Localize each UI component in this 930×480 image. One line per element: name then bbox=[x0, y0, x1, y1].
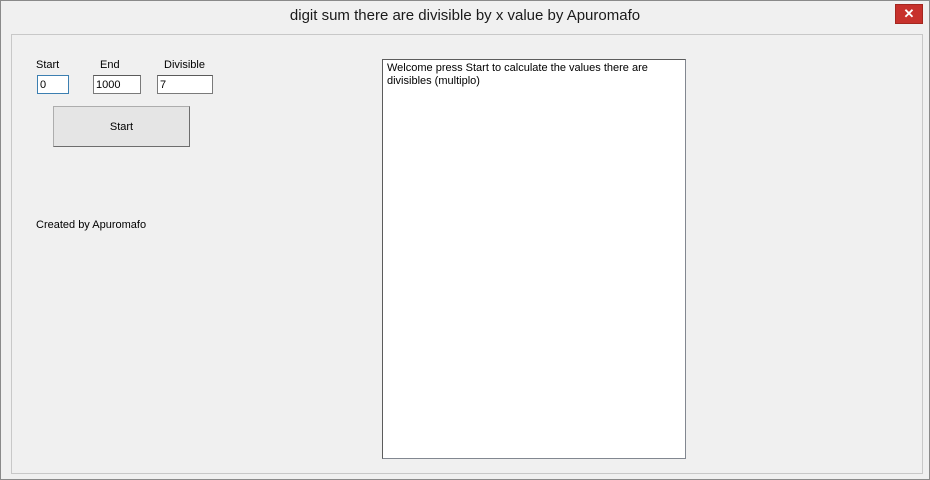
end-input[interactable] bbox=[93, 75, 141, 94]
divisible-input[interactable] bbox=[157, 75, 213, 94]
form-panel: Start End Divisible Start Created by Apu… bbox=[11, 34, 923, 474]
title-bar[interactable]: digit sum there are divisible by x value… bbox=[1, 1, 929, 35]
divisible-label: Divisible bbox=[164, 59, 205, 71]
window-title: digit sum there are divisible by x value… bbox=[289, 7, 641, 24]
end-label: End bbox=[100, 59, 120, 71]
credit-text: Created by Apuromafo bbox=[36, 219, 147, 231]
start-button[interactable]: Start bbox=[53, 106, 190, 147]
close-icon: ✕ bbox=[903, 6, 915, 21]
app-window: digit sum there are divisible by x value… bbox=[0, 0, 930, 480]
start-label: Start bbox=[36, 59, 60, 71]
output-textbox[interactable]: Welcome press Start to calculate the val… bbox=[382, 59, 686, 459]
start-input[interactable] bbox=[37, 75, 69, 94]
close-button[interactable]: ✕ bbox=[895, 4, 923, 24]
